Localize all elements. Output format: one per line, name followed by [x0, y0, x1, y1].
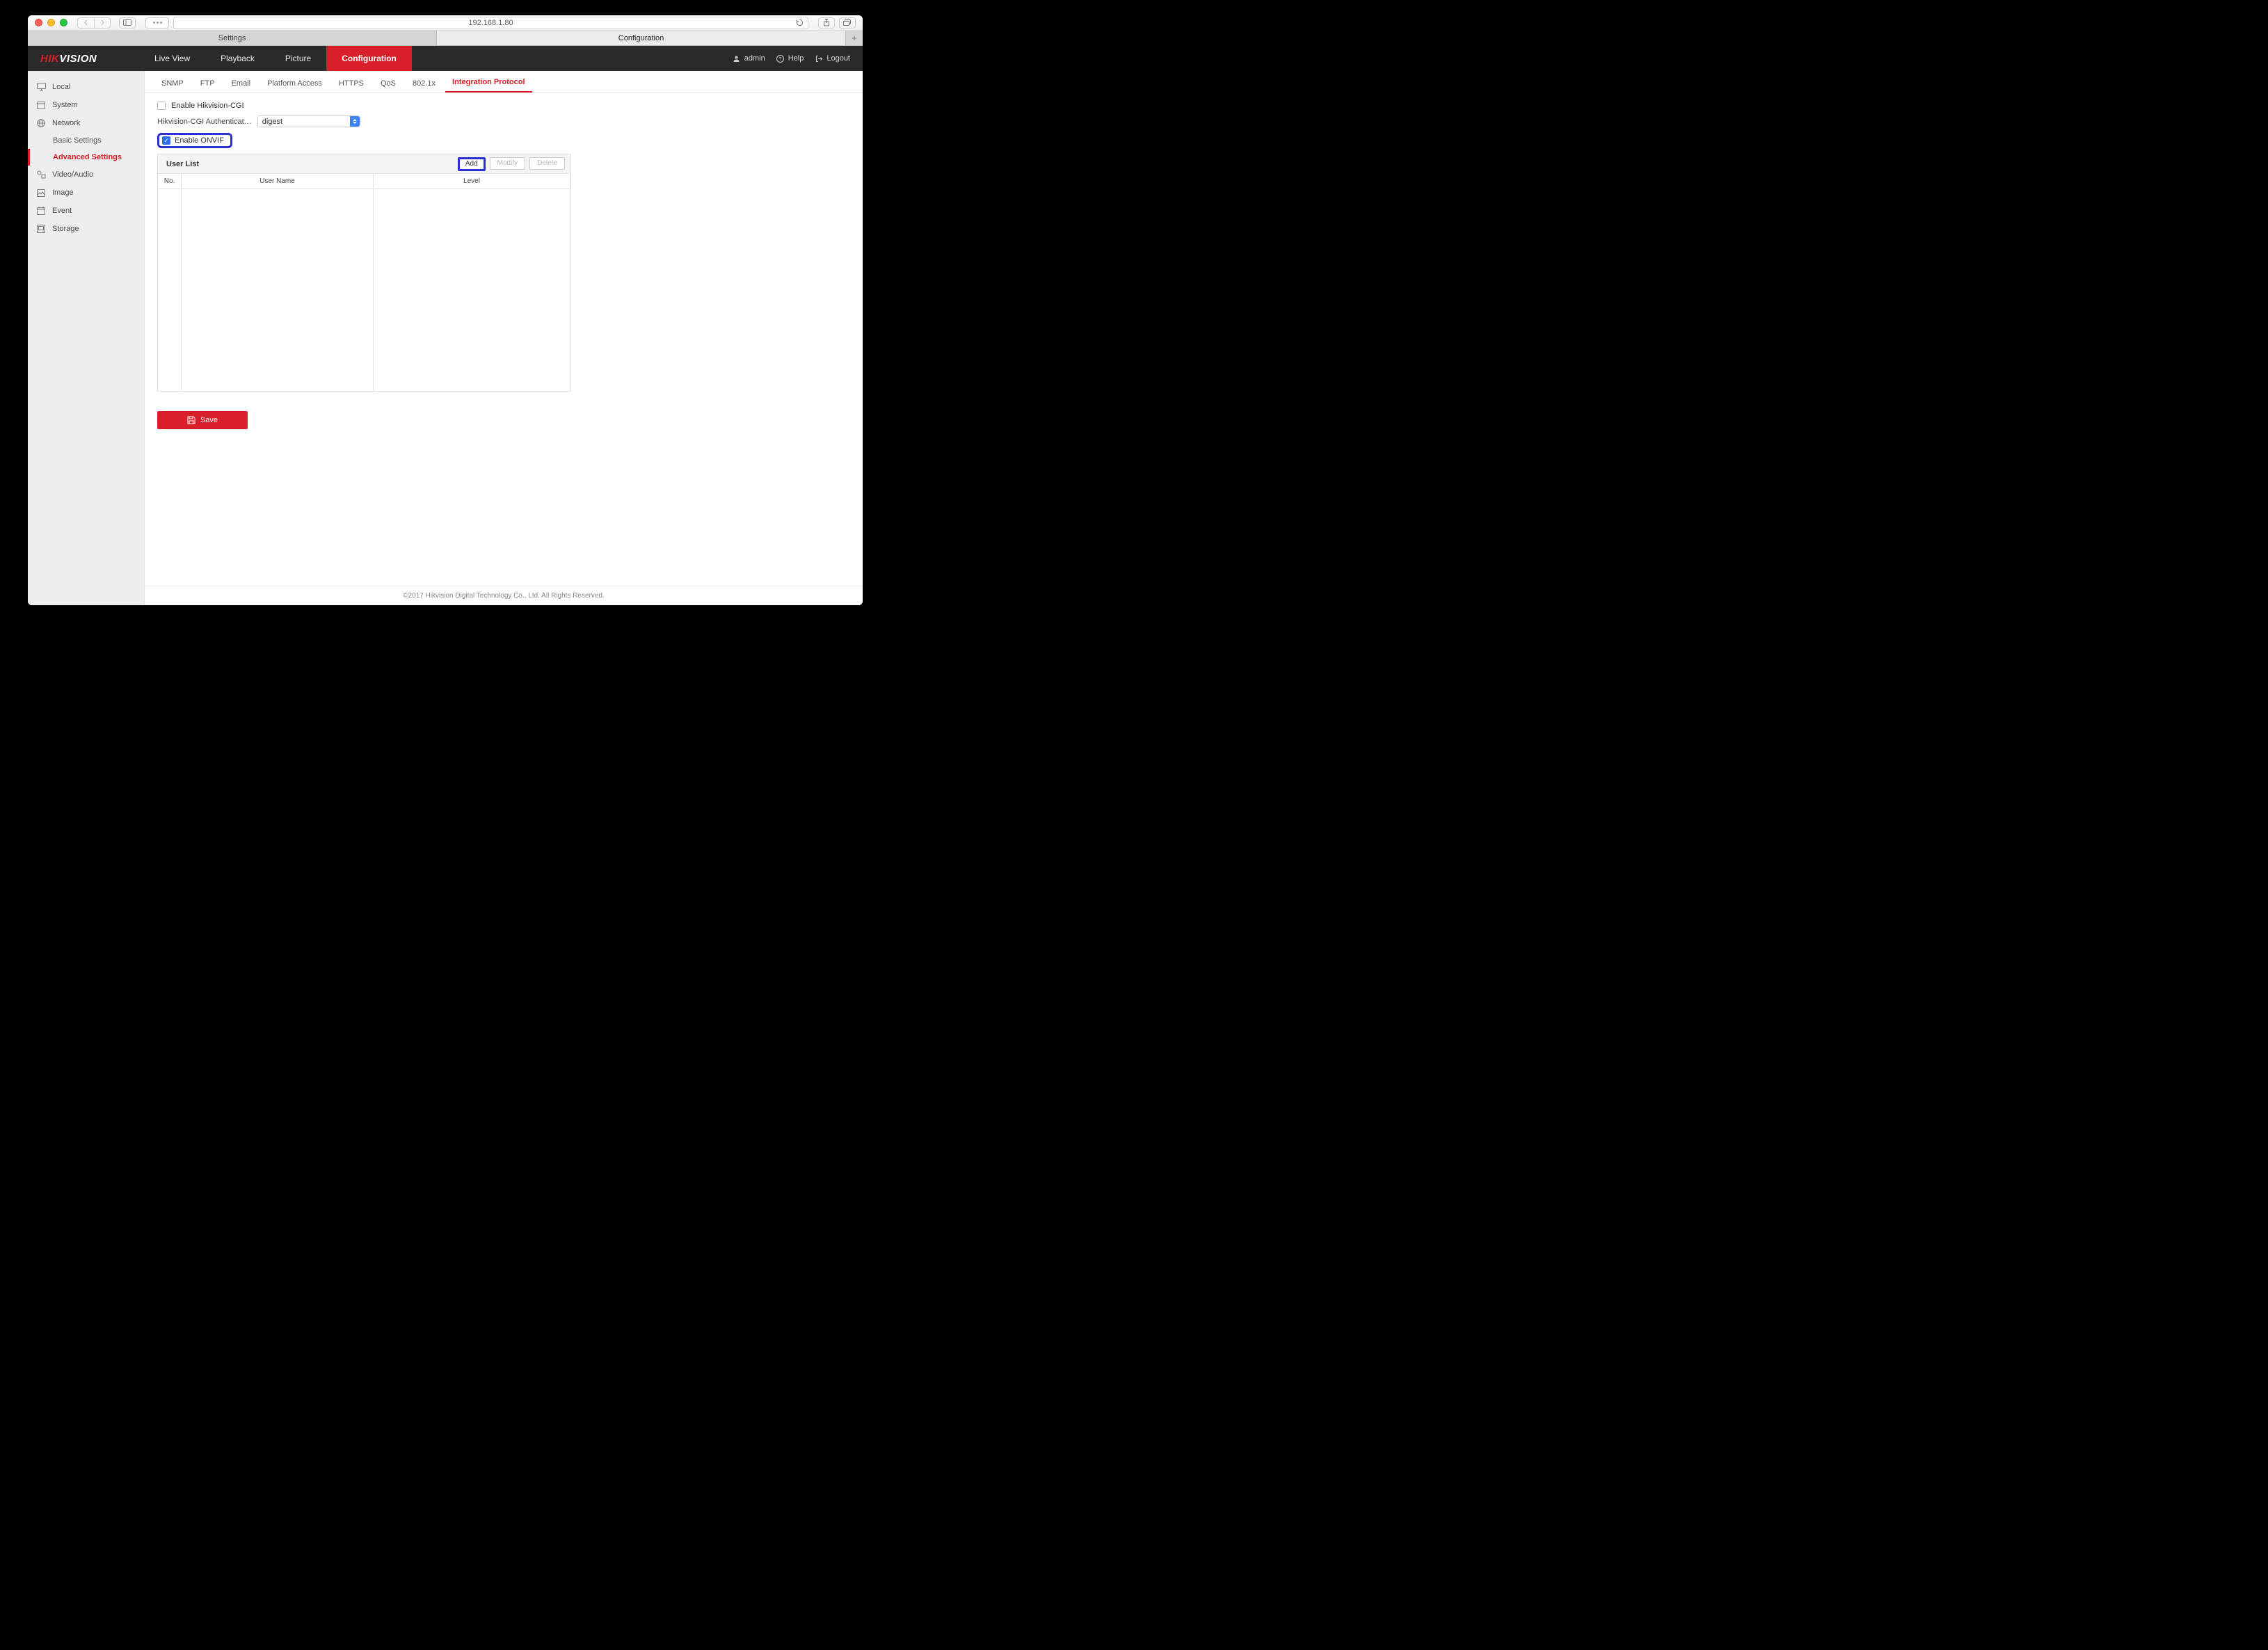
delete-user-button[interactable]: Delete	[529, 157, 565, 170]
brand-logo: HIKVISION	[28, 46, 139, 71]
enable-cgi-label: Enable Hikvision-CGI	[171, 102, 244, 110]
col-username: User Name	[182, 174, 374, 189]
select-caret-icon	[350, 116, 360, 127]
maximize-window-icon[interactable]	[60, 19, 67, 26]
save-button[interactable]: Save	[157, 411, 248, 429]
help-link[interactable]: ? Help	[776, 54, 804, 63]
new-tab-button[interactable]: +	[846, 31, 863, 45]
enable-onvif-highlight: ✓ Enable ONVIF	[157, 133, 232, 148]
col-level: Level	[374, 174, 570, 189]
tabs-button[interactable]	[839, 17, 856, 29]
sidebar-item-advanced-settings[interactable]: Advanced Settings	[28, 149, 144, 166]
user-list-title: User List	[163, 160, 199, 168]
auth-label: Hikvision-CGI Authenticat…	[157, 118, 252, 126]
globe-icon	[36, 118, 46, 128]
close-window-icon[interactable]	[35, 19, 42, 26]
svg-text:?: ?	[779, 57, 782, 62]
window-icon	[36, 100, 46, 110]
sidebar-item-video-audio[interactable]: Video/Audio	[28, 166, 144, 184]
nav-picture[interactable]: Picture	[270, 46, 326, 71]
sidebar-item-network[interactable]: Network	[28, 114, 144, 132]
enable-onvif-label: Enable ONVIF	[175, 136, 224, 145]
chevron-right-icon	[100, 19, 105, 26]
add-user-button[interactable]: Add	[458, 157, 486, 171]
browser-tabbar: Settings Configuration +	[28, 31, 863, 46]
nav-live-view[interactable]: Live View	[139, 46, 205, 71]
footer-text: ©2017 Hikvision Digital Technology Co., …	[145, 586, 863, 605]
help-icon: ?	[776, 54, 785, 63]
monitor-icon	[36, 82, 46, 92]
top-nav: HIKVISION Live View Playback Picture Con…	[28, 46, 863, 71]
share-button[interactable]	[818, 17, 835, 29]
nav-playback[interactable]: Playback	[205, 46, 270, 71]
auth-value: digest	[262, 118, 282, 126]
chevron-left-icon	[83, 19, 88, 26]
sidebar-item-local[interactable]: Local	[28, 78, 144, 96]
sidebar-icon	[123, 19, 131, 26]
browser-tab-configuration[interactable]: Configuration	[437, 31, 846, 45]
image-icon	[36, 188, 46, 198]
enable-cgi-checkbox[interactable]	[157, 102, 166, 110]
subtab-8021x[interactable]: 802.1x	[406, 74, 442, 93]
modify-user-button[interactable]: Modify	[490, 157, 525, 170]
user-menu[interactable]: admin	[733, 54, 765, 63]
tabs-icon	[843, 19, 852, 26]
nav-buttons	[77, 17, 111, 29]
user-list-header: No. User Name Level	[158, 174, 570, 189]
save-icon	[187, 416, 195, 424]
back-button[interactable]	[77, 17, 94, 29]
sidebar-item-event[interactable]: Event	[28, 202, 144, 220]
user-list-body	[158, 189, 570, 391]
subtab-https[interactable]: HTTPS	[332, 74, 371, 93]
browser-titlebar: 192.168.1.80	[28, 15, 863, 31]
subtab-ftp[interactable]: FTP	[193, 74, 222, 93]
subtab-bar: SNMP FTP Email Platform Access HTTPS QoS…	[145, 71, 863, 93]
address-bar[interactable]: 192.168.1.80	[173, 17, 808, 29]
sidebar-item-system[interactable]: System	[28, 96, 144, 114]
storage-icon	[36, 224, 46, 234]
reader-button[interactable]	[145, 17, 169, 29]
config-sidebar: Local System Network Basic Settings Adva…	[28, 71, 145, 605]
app-root: HIKVISION Live View Playback Picture Con…	[28, 46, 863, 605]
forward-button[interactable]	[94, 17, 111, 29]
minimize-window-icon[interactable]	[47, 19, 55, 26]
subtab-integration-protocol[interactable]: Integration Protocol	[445, 73, 532, 93]
enable-onvif-checkbox[interactable]: ✓	[162, 136, 170, 145]
calendar-icon	[36, 206, 46, 216]
browser-tab-settings[interactable]: Settings	[28, 31, 437, 45]
av-icon	[36, 170, 46, 179]
user-icon	[733, 54, 741, 63]
auth-select[interactable]: digest	[257, 115, 360, 127]
browser-window: 192.168.1.80 Settings Configuration + HI…	[28, 15, 863, 605]
logout-link[interactable]: Logout	[815, 54, 850, 63]
subtab-platform-access[interactable]: Platform Access	[260, 74, 329, 93]
user-list-panel: User List Add Modify Delete No. User Nam…	[157, 154, 571, 392]
content-area: SNMP FTP Email Platform Access HTTPS QoS…	[145, 71, 863, 605]
logout-icon	[815, 54, 823, 63]
reload-icon[interactable]	[796, 19, 804, 26]
sidebar-item-storage[interactable]: Storage	[28, 220, 144, 238]
sidebar-item-image[interactable]: Image	[28, 184, 144, 202]
subtab-snmp[interactable]: SNMP	[154, 74, 191, 93]
col-no: No.	[158, 174, 182, 189]
window-controls	[35, 19, 67, 26]
address-text: 192.168.1.80	[468, 19, 513, 27]
subtab-qos[interactable]: QoS	[374, 74, 403, 93]
subtab-email[interactable]: Email	[225, 74, 258, 93]
share-icon	[823, 19, 830, 26]
sidebar-item-basic-settings[interactable]: Basic Settings	[28, 132, 144, 149]
sidebar-toggle-button[interactable]	[119, 17, 136, 29]
nav-configuration[interactable]: Configuration	[326, 46, 412, 71]
